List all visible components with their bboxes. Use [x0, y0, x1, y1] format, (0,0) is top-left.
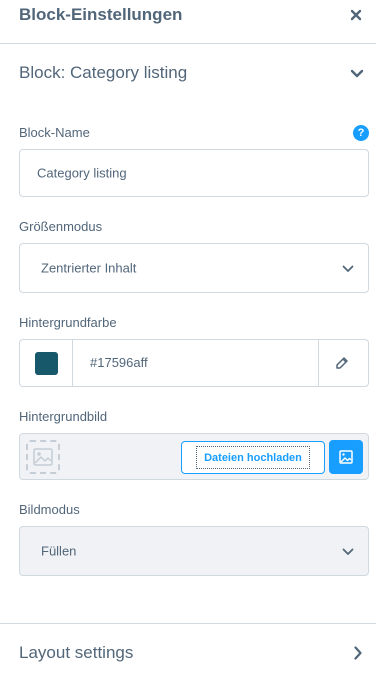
help-icon[interactable]: ?	[353, 125, 369, 141]
eyedropper-icon	[336, 357, 348, 369]
block-name-label: Block-Name	[19, 125, 90, 140]
image-mode-value: Füllen	[41, 543, 77, 559]
media-library-button[interactable]	[329, 440, 363, 474]
chevron-down-icon[interactable]	[350, 69, 364, 79]
bg-image-label: Hintergrundbild	[19, 409, 108, 424]
size-mode-value: Zentrierter Inhalt	[41, 260, 137, 276]
section-toggle[interactable]: Block: Category listing	[0, 44, 376, 100]
layout-settings-title: Layout settings	[19, 643, 134, 662]
panel-header: Block-Einstellungen	[0, 0, 376, 44]
color-picker-button[interactable]	[318, 340, 368, 386]
size-mode-select[interactable]: Zentrierter Inhalt	[19, 243, 369, 293]
bg-color-value[interactable]: #17596aff	[90, 355, 148, 370]
chevron-right-icon[interactable]	[354, 646, 362, 660]
chevron-down-icon	[342, 265, 354, 272]
bg-color-field: #17596aff	[19, 339, 369, 387]
image-mode-label: Bildmodus	[19, 502, 80, 517]
image-icon	[339, 450, 353, 464]
size-mode-label: Größenmodus	[19, 219, 103, 234]
image-placeholder	[26, 440, 60, 474]
chevron-down-icon	[342, 548, 354, 555]
upload-files-label: Dateien hochladen	[196, 446, 310, 469]
bg-image-upload: Dateien hochladen	[19, 433, 369, 480]
bg-color-label: Hintergrundfarbe	[19, 315, 117, 330]
block-name-input[interactable]: Category listing	[19, 149, 369, 197]
close-icon[interactable]	[350, 9, 362, 21]
upload-files-button[interactable]: Dateien hochladen	[181, 441, 325, 474]
block-name-value: Category listing	[37, 165, 127, 181]
panel-title: Block-Einstellungen	[19, 5, 183, 24]
section-title: Block: Category listing	[19, 63, 188, 82]
image-mode-select[interactable]: Füllen	[19, 526, 369, 576]
image-placeholder-icon	[33, 448, 53, 466]
layout-settings-toggle[interactable]: Layout settings	[0, 623, 376, 675]
color-swatch-button[interactable]	[20, 340, 73, 386]
color-swatch	[35, 352, 58, 375]
